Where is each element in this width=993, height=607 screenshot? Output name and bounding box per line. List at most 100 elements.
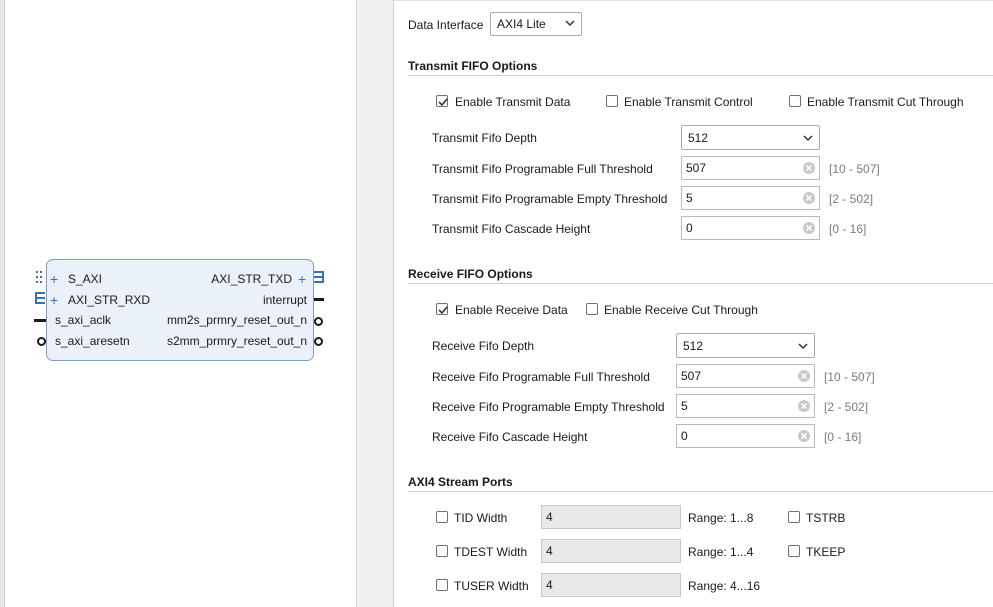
tid-width-checkbox[interactable] xyxy=(436,511,448,523)
checkmark-icon xyxy=(438,306,448,315)
receive-cascade-range: [0 - 16] xyxy=(824,430,862,444)
clear-icon[interactable] xyxy=(797,429,811,443)
receive-cascade-value: 0 xyxy=(681,429,688,443)
transmit-depth-label: Transmit Fifo Depth xyxy=(432,131,537,145)
receive-empty-threshold-input[interactable]: 5 xyxy=(676,394,815,418)
tuser-width-range: Range: 4...16 xyxy=(688,579,761,593)
enable-receive-data-label[interactable]: Enable Receive Data xyxy=(455,303,568,317)
expand-plus-icon[interactable]: + xyxy=(298,272,306,286)
receive-empty-threshold-value: 5 xyxy=(681,399,688,413)
inverted-port-bubble[interactable] xyxy=(314,317,323,326)
tdest-width-checkbox[interactable] xyxy=(436,545,448,557)
transmit-empty-threshold-label: Transmit Fifo Programable Empty Threshol… xyxy=(432,192,668,206)
transmit-cascade-value: 0 xyxy=(686,221,693,235)
enable-receive-cut-through-label[interactable]: Enable Receive Cut Through xyxy=(604,303,758,317)
section-divider xyxy=(408,491,993,492)
transmit-depth-value: 512 xyxy=(688,131,709,145)
bus-interface-icon[interactable] xyxy=(34,291,46,307)
data-interface-dropdown[interactable]: AXI4 Lite xyxy=(490,12,582,36)
pane-border xyxy=(0,0,5,607)
transmit-cascade-input[interactable]: 0 xyxy=(681,216,820,240)
port-wire[interactable] xyxy=(34,319,46,322)
enable-transmit-data-checkbox[interactable] xyxy=(436,95,448,107)
chevron-down-icon xyxy=(798,343,808,350)
tid-width-range: Range: 1...8 xyxy=(688,511,754,525)
receive-empty-threshold-label: Receive Fifo Programable Empty Threshold xyxy=(432,400,665,414)
tuser-width-checkbox[interactable] xyxy=(436,579,448,591)
tid-width-value: 4 xyxy=(546,510,553,524)
enable-receive-cut-through-checkbox[interactable] xyxy=(586,303,598,315)
tdest-width-label[interactable]: TDEST Width xyxy=(454,545,527,559)
receive-depth-dropdown[interactable]: 512 xyxy=(676,333,815,358)
top-divider xyxy=(394,0,993,1)
enable-transmit-cut-through-checkbox[interactable] xyxy=(789,95,801,107)
transmit-empty-threshold-range: [2 - 502] xyxy=(829,192,874,206)
tuser-width-value: 4 xyxy=(546,578,553,592)
transmit-empty-threshold-value: 5 xyxy=(686,191,693,205)
receive-full-threshold-value: 507 xyxy=(681,369,702,383)
pane-splitter[interactable] xyxy=(356,0,394,607)
receive-full-threshold-range: [10 - 507] xyxy=(824,370,875,384)
section-divider xyxy=(408,283,993,284)
enable-transmit-control-label[interactable]: Enable Transmit Control xyxy=(624,95,753,109)
transmit-full-threshold-range: [10 - 507] xyxy=(829,162,880,176)
clear-icon[interactable] xyxy=(797,399,811,413)
inverted-port-bubble[interactable] xyxy=(314,337,323,346)
expand-plus-icon[interactable]: + xyxy=(50,293,58,307)
receive-full-threshold-label: Receive Fifo Programable Full Threshold xyxy=(432,370,650,384)
chevron-down-icon xyxy=(565,20,575,27)
tkeep-label[interactable]: TKEEP xyxy=(806,545,845,559)
receive-cascade-input[interactable]: 0 xyxy=(676,424,815,448)
transmit-full-threshold-label: Transmit Fifo Programable Full Threshold xyxy=(432,162,653,176)
transmit-depth-dropdown[interactable]: 512 xyxy=(681,125,820,150)
clear-icon[interactable] xyxy=(802,161,816,175)
enable-transmit-data-label[interactable]: Enable Transmit Data xyxy=(455,95,570,109)
transmit-cascade-range: [0 - 16] xyxy=(829,222,867,236)
tkeep-checkbox[interactable] xyxy=(788,545,800,557)
transmit-full-threshold-value: 507 xyxy=(686,161,707,175)
receive-full-threshold-input[interactable]: 507 xyxy=(676,364,815,388)
transmit-full-threshold-input[interactable]: 507 xyxy=(681,156,820,180)
transmit-empty-threshold-input[interactable]: 5 xyxy=(681,186,820,210)
receive-depth-label: Receive Fifo Depth xyxy=(432,339,535,353)
receive-depth-value: 512 xyxy=(683,339,704,353)
config-pane: Data Interface AXI4 Lite Transmit FIFO O… xyxy=(394,0,993,607)
tdest-width-input[interactable]: 4 xyxy=(541,539,681,563)
tstrb-label[interactable]: TSTRB xyxy=(806,511,845,525)
port-s2mm-prmry-reset-out-n[interactable]: s2mm_prmry_reset_out_n xyxy=(167,334,307,348)
tdest-width-value: 4 xyxy=(546,544,553,558)
receive-cascade-label: Receive Fifo Cascade Height xyxy=(432,430,588,444)
port-s-axi[interactable]: S_AXI xyxy=(68,272,102,286)
enable-transmit-control-checkbox[interactable] xyxy=(606,95,618,107)
receive-empty-threshold-range: [2 - 502] xyxy=(824,400,869,414)
clear-icon[interactable] xyxy=(802,221,816,235)
port-axi-str-txd[interactable]: AXI_STR_TXD xyxy=(211,272,292,286)
block-diagram-pane: + S_AXI + AXI_STR_RXD s_axi_aclk s_axi_a… xyxy=(0,0,356,607)
chevron-down-icon xyxy=(803,135,813,142)
tid-width-label[interactable]: TID Width xyxy=(454,511,507,525)
data-interface-value: AXI4 Lite xyxy=(497,17,546,31)
tuser-width-label[interactable]: TUSER Width xyxy=(454,579,529,593)
clear-icon[interactable] xyxy=(797,369,811,383)
bus-interface-icon[interactable] xyxy=(313,270,325,286)
tid-width-input[interactable]: 4 xyxy=(541,505,681,529)
port-s-axi-aclk[interactable]: s_axi_aclk xyxy=(55,313,111,327)
clear-icon[interactable] xyxy=(802,191,816,205)
tstrb-checkbox[interactable] xyxy=(788,511,800,523)
section-divider xyxy=(408,75,993,76)
receive-section-title: Receive FIFO Options xyxy=(408,267,533,281)
enable-receive-data-checkbox[interactable] xyxy=(436,303,448,315)
bus-interface-icon[interactable] xyxy=(35,270,45,286)
port-wire[interactable] xyxy=(314,298,324,301)
tuser-width-input[interactable]: 4 xyxy=(541,573,681,597)
data-interface-label: Data Interface xyxy=(408,18,484,32)
tdest-width-range: Range: 1...4 xyxy=(688,545,754,559)
checkmark-icon xyxy=(438,98,448,107)
port-s-axi-aresetn[interactable]: s_axi_aresetn xyxy=(55,334,130,348)
port-axi-str-rxd[interactable]: AXI_STR_RXD xyxy=(68,293,150,307)
transmit-section-title: Transmit FIFO Options xyxy=(408,59,538,73)
port-mm2s-prmry-reset-out-n[interactable]: mm2s_prmry_reset_out_n xyxy=(167,313,307,327)
port-interrupt[interactable]: interrupt xyxy=(263,293,307,307)
expand-plus-icon[interactable]: + xyxy=(50,272,58,286)
enable-transmit-cut-through-label[interactable]: Enable Transmit Cut Through xyxy=(807,95,964,109)
